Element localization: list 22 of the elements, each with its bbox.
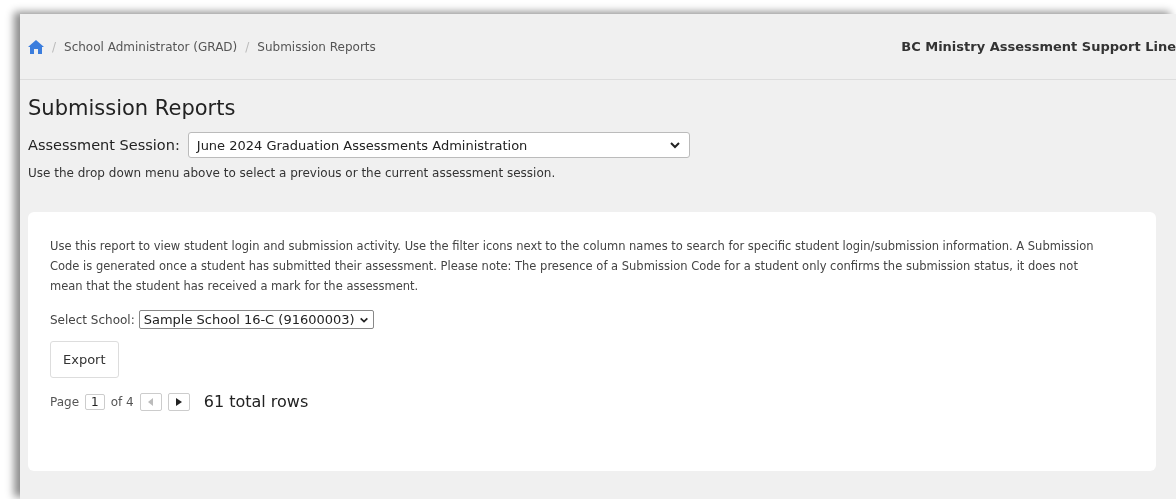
breadcrumb-link[interactable]: School Administrator (GRAD) bbox=[64, 39, 238, 54]
session-dropdown[interactable]: June 2024 Graduation Assessments Administration bbox=[187, 132, 690, 158]
school-dropdown[interactable]: Sample School 16-C (91600003) bbox=[138, 310, 374, 329]
export-button[interactable]: Export bbox=[50, 341, 119, 378]
total-rows: 61 total rows bbox=[203, 392, 309, 411]
right-triangle-icon bbox=[175, 397, 182, 406]
breadcrumb-link[interactable]: Submission Reports bbox=[257, 39, 376, 54]
page-count: of 4 bbox=[110, 394, 134, 409]
breadcrumb-separator: / bbox=[52, 39, 57, 54]
page-label: Page bbox=[50, 394, 80, 409]
support-line-link[interactable]: BC Ministry Assessment Support Line bbox=[901, 39, 1176, 54]
left-triangle-icon bbox=[147, 397, 154, 406]
session-label: Assessment Session: bbox=[28, 137, 180, 153]
next-page-button[interactable] bbox=[167, 392, 190, 411]
breadcrumb-separator: / bbox=[245, 39, 250, 54]
home-icon[interactable] bbox=[28, 39, 44, 54]
help-text: Use the drop down menu above to select a previous or the current assessment session. bbox=[28, 166, 557, 180]
school-label: Select School: bbox=[50, 312, 135, 327]
caret-icon bbox=[668, 139, 681, 151]
page-number-field[interactable]: 1 bbox=[85, 393, 105, 410]
report-description: Use this report to view student login and submission activity. Use the filter icons next to the column names to search for specific student login/submission information. A Submission Code is generated once a student has submitted their assessment. Please note: The presence of a Submission Code for a student only confirms the submission status, it does not mean that the student has received a mark for the assessment. bbox=[50, 238, 1095, 295]
page-title: Submission Reports bbox=[28, 96, 237, 120]
